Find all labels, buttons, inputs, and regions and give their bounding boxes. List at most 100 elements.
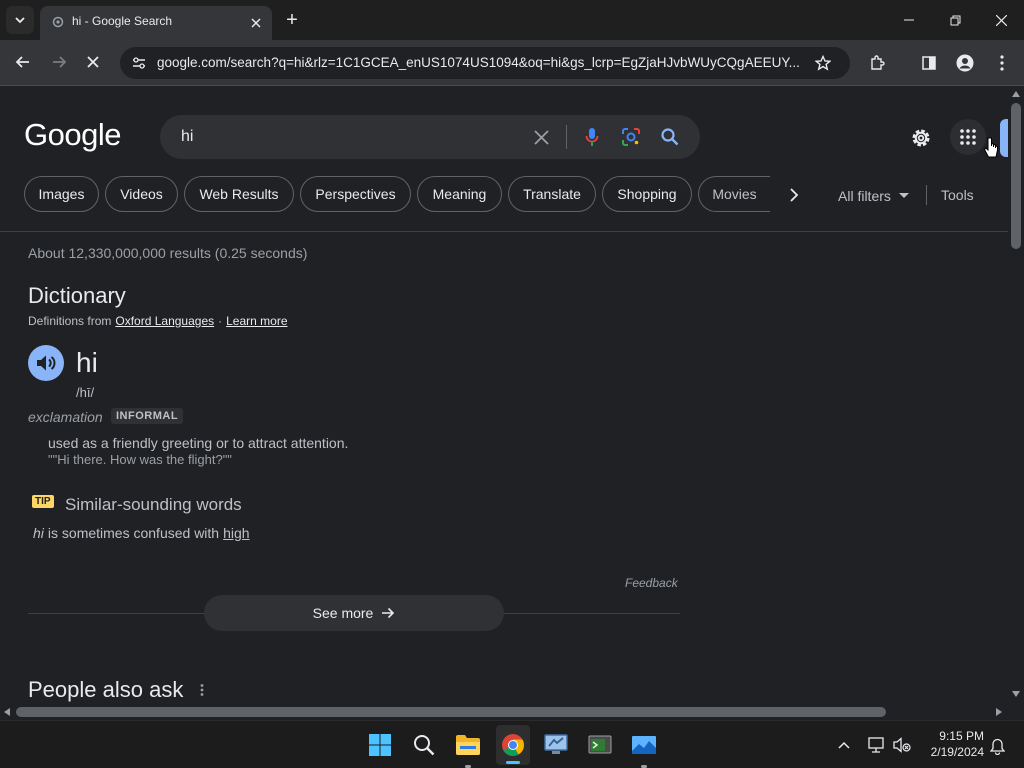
photos-app-button[interactable] [628,729,660,768]
close-window-button[interactable] [988,8,1014,32]
pronunciation-button[interactable] [28,345,64,381]
minimize-button[interactable] [896,8,922,32]
chip-shopping[interactable]: Shopping [602,176,692,212]
close-icon [533,129,549,145]
lens-search-button[interactable] [619,125,643,149]
similar-word: hi [33,525,44,541]
camera-lens-icon [622,128,640,146]
tab-title: hi - Google Search [72,14,173,28]
voice-search-button[interactable] [580,125,604,149]
chrome-logo-icon [502,734,524,756]
url-text[interactable]: google.com/search?q=hi&rlz=1C1GCEA_enUS1… [157,55,807,70]
loading-favicon-icon [52,16,64,28]
side-panel-icon [922,56,936,70]
tools-button[interactable]: Tools [941,187,974,203]
horizontal-scrollbar[interactable] [0,704,1008,720]
chip-movies[interactable]: Movies [698,176,770,212]
back-button[interactable] [10,49,36,75]
more-vertical-icon [200,684,204,696]
tab-search-button[interactable] [6,6,34,34]
show-hidden-icons-button[interactable] [834,735,854,755]
chip-translate[interactable]: Translate [508,176,596,212]
scroll-right-arrow-icon[interactable] [996,708,1002,716]
arrow-left-icon [15,56,29,68]
scroll-up-arrow-icon[interactable] [1012,91,1020,97]
learn-more-link[interactable]: Learn more [226,314,287,328]
stop-loading-button[interactable] [80,49,106,75]
remote-desktop-button[interactable] [540,729,572,761]
windows-taskbar: 9:15 PM 2/19/2024 [0,720,1024,768]
side-panel-button[interactable] [916,50,942,76]
similar-sounding-line: hi is sometimes confused with high [33,525,250,541]
address-bar[interactable]: google.com/search?q=hi&rlz=1C1GCEA_enUS1… [120,47,850,79]
clock-date: 2/19/2024 [930,745,984,759]
bell-icon [989,738,1005,755]
speaker-icon [37,355,56,371]
example-text: ""Hi there. How was the flight?"" [48,452,232,467]
account-button[interactable] [1000,119,1008,157]
search-input[interactable]: hi [181,128,193,146]
tab-google-search[interactable]: hi - Google Search [40,6,272,40]
all-filters-label: All filters [838,188,891,204]
more-vertical-icon [1000,55,1004,71]
arrow-right-icon [382,607,395,619]
new-tab-button[interactable]: + [280,6,304,34]
google-logo[interactable]: Google [24,117,121,153]
bookmark-button[interactable] [812,52,834,74]
search-box[interactable]: hi [160,115,700,159]
close-tab-button[interactable] [246,13,266,33]
apps-grid-icon [960,129,976,145]
chevron-up-icon [838,741,850,749]
google-apps-button[interactable] [950,119,986,155]
feedback-link[interactable]: Feedback [625,576,678,590]
browser-menu-button[interactable] [990,50,1014,76]
chevron-right-icon [790,188,799,202]
chrome-taskbar-button[interactable] [496,725,530,765]
scroll-left-arrow-icon[interactable] [4,708,10,716]
start-button[interactable] [364,729,396,761]
informal-badge: INFORMAL [111,408,184,424]
terminal-app-button[interactable] [584,729,616,761]
vertical-scrollbar[interactable] [1008,87,1024,704]
network-status-button[interactable] [864,735,888,755]
chip-perspectives[interactable]: Perspectives [300,176,411,212]
monitor-icon [544,734,568,754]
search-button[interactable] [658,125,682,149]
similar-target-link[interactable]: high [223,525,249,541]
close-icon [251,18,261,28]
minimize-icon [904,19,914,21]
star-icon [815,55,831,71]
people-also-ask-menu-button[interactable] [194,681,210,699]
vertical-scroll-thumb[interactable] [1011,103,1021,249]
dictionary-word: hi [76,347,98,378]
phonetic: /hī/ [76,385,95,400]
taskbar-search-button[interactable] [408,729,440,761]
chip-images[interactable]: Images [24,176,99,212]
clock[interactable]: 9:15 PM 2/19/2024 [920,728,984,760]
horizontal-scroll-thumb[interactable] [16,707,886,717]
profile-button[interactable] [952,50,978,76]
restore-button[interactable] [942,8,968,32]
oxford-languages-link[interactable]: Oxford Languages [115,314,214,328]
notifications-button[interactable] [986,735,1008,757]
chips-next-button[interactable] [782,183,806,207]
settings-button[interactable] [906,123,936,153]
see-more-button[interactable]: See more [204,595,504,631]
image-icon [632,736,656,754]
see-more-label: See more [312,605,374,621]
forward-button[interactable] [46,49,72,75]
microphone-icon [585,128,599,146]
definition-text: used as a friendly greeting or to attrac… [48,435,349,451]
active-indicator [506,761,520,764]
all-filters-button[interactable]: All filters [838,186,909,206]
header-divider [0,231,1008,232]
clear-search-button[interactable] [530,126,552,148]
chip-meaning[interactable]: Meaning [417,176,502,212]
volume-button[interactable] [890,735,914,755]
chip-videos[interactable]: Videos [105,176,178,212]
extensions-button[interactable] [864,50,890,76]
chip-web-results[interactable]: Web Results [184,176,294,212]
scroll-down-arrow-icon[interactable] [1012,691,1020,697]
browser-toolbar: google.com/search?q=hi&rlz=1C1GCEA_enUS1… [0,40,1024,86]
file-explorer-button[interactable] [452,729,484,768]
